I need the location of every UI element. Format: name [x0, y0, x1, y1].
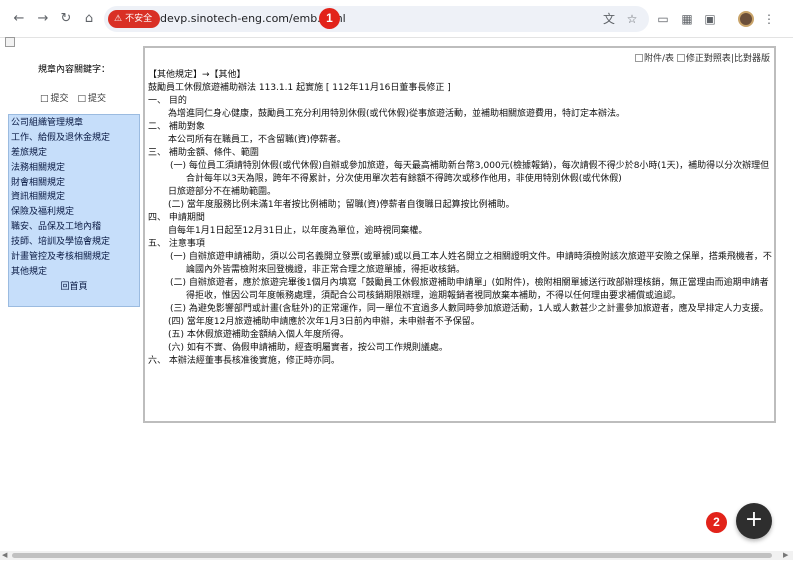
menu-item[interactable]: 保險及福利規定 [11, 205, 137, 220]
paragraph: 自每年1月1日起至12月31日止，以年度為單位，逾時視同棄權。 [168, 226, 428, 236]
document-title: 鼓勵員工休假旅遊補助辦法 113.1.1 起實施 [ 112年11月16日董事長… [148, 83, 451, 93]
menu-item[interactable]: 財會相關規定 [11, 176, 137, 191]
section-heading: 一、 目的 [148, 96, 187, 106]
list-item: (二) 自辦旅遊者，應於旅遊完畢後1個月內填寫「鼓勵員工休假旅遊補助申請單」(如… [170, 278, 769, 301]
list-item: (一) 每位員工須請特別休假(或代休假)自辦或參加旅遊，每天最高補助新台幣3,0… [170, 161, 770, 184]
forward-icon[interactable]: → [34, 10, 52, 28]
scroll-right-icon[interactable]: ▶ [783, 551, 788, 560]
plus-icon: + [744, 507, 764, 532]
section-heading: 四、 申請期間 [148, 213, 205, 223]
menu-item[interactable]: 技師、培訓及學協會規定 [11, 235, 137, 250]
list-item: (三) 為避免影響部門或計畫(含駐外)的正常運作，同一單位不宜過多人數同時參加旅… [170, 304, 769, 314]
regulation-menu: 公司組織管理規章 工作、給假及退休金規定 差旅規定 法務相關規定 財會相關規定 … [8, 114, 140, 307]
paragraph: 本公司所有在職員工，不含留職(資)停薪者。 [168, 135, 347, 145]
revision-table-link[interactable]: 修正對照表 [686, 54, 731, 64]
extension-grid-icon[interactable]: ▦ [678, 10, 696, 28]
translate-icon[interactable]: 文 [600, 10, 618, 28]
home-icon[interactable]: ⌂ [80, 10, 98, 28]
list-item: (一) 自辦旅遊申請補助，須以公司名義開立發票(或單據)或以員工本人姓名開立之相… [170, 252, 772, 275]
back-icon[interactable]: ← [10, 10, 28, 28]
section-heading: 五、 注意事項 [148, 239, 205, 249]
list-item: (六) 如有不實、偽假申請補助，經查明屬實者，按公司工作規則議處。 [168, 343, 448, 353]
attachment-link[interactable]: 附件/表 [644, 54, 674, 64]
address-bar[interactable]: ⚠ 不安全 devp.sinotech-eng.com/emb.html [104, 6, 649, 32]
annotation-badge-1: 1 [319, 8, 340, 29]
menu-item[interactable]: 差旅規定 [11, 146, 137, 161]
menu-item[interactable]: 法務相關規定 [11, 161, 137, 176]
menu-item[interactable]: 職安、品保及工地內稽 [11, 220, 137, 235]
broken-image-icon [676, 54, 685, 62]
submit-row: □ 提交 □ 提交 [8, 91, 140, 104]
paragraph: 為增進同仁身心健康，鼓勵員工充分利用特別休假(或代休假)從事旅遊活動，並補助相關… [168, 109, 626, 119]
bookmark-star-icon[interactable]: ☆ [623, 10, 641, 28]
reload-icon[interactable]: ↻ [57, 10, 75, 28]
horizontal-scrollbar[interactable]: ◀ ▶ [0, 551, 793, 560]
annotation-badge-2: 2 [706, 512, 727, 533]
scrollbar-thumb[interactable] [12, 553, 772, 558]
breadcrumb: 【其他規定】→【其他】 [148, 70, 246, 80]
menu-item[interactable]: 資訊相關規定 [11, 190, 137, 205]
submit-button-2[interactable]: □ 提交 [77, 94, 108, 104]
compare-link[interactable]: 比對器版 [734, 54, 770, 64]
document-links: 附件/表 修正對照表|比對器版 [635, 51, 770, 64]
section-heading: 二、 補助對象 [148, 122, 205, 132]
list-item: (二) 當年度服務比例未滿1年者按比例補助；留職(資)停薪者自復職日起算按比例補… [168, 200, 515, 210]
menu-item[interactable]: 計畫管控及考核相關規定 [11, 250, 137, 265]
paragraph: 日旅遊部分不在補助範圍。 [168, 187, 277, 197]
security-chip[interactable]: ⚠ 不安全 [108, 10, 161, 28]
browser-toolbar: ← → ↻ ⌂ ⚠ 不安全 devp.sinotech-eng.com/emb.h… [0, 0, 793, 38]
puzzle-icon[interactable]: ▣ [701, 10, 719, 28]
home-link[interactable]: 回首頁 [11, 280, 137, 295]
warning-icon: ⚠ [114, 14, 123, 24]
menu-kebab-icon[interactable]: ⋮ [760, 10, 778, 28]
reading-list-icon[interactable]: ▭ [654, 10, 672, 28]
submit-button-1[interactable]: □ 提交 [40, 94, 71, 104]
sidebar: 規章內容關鍵字： □ 提交 □ 提交 [8, 44, 140, 104]
section-heading: 三、 補助金額、條件、範圍 [148, 148, 259, 158]
url-text[interactable]: devp.sinotech-eng.com/emb.html [160, 6, 346, 32]
menu-item[interactable]: 工作、給假及退休金規定 [11, 131, 137, 146]
menu-item[interactable]: 其他規定 [11, 265, 137, 280]
document-body: 【其他規定】→【其他】 鼓勵員工休假旅遊補助辦法 113.1.1 起實施 [ 1… [148, 69, 773, 368]
list-item: (四) 當年度12月旅遊補助申請應於次年1月3日前內申辦，未申辦者不予保留。 [168, 317, 480, 327]
regulation-content: 附件/表 修正對照表|比對器版 【其他規定】→【其他】 鼓勵員工休假旅遊補助辦法… [143, 46, 776, 423]
scroll-left-icon[interactable]: ◀ [2, 551, 7, 560]
profile-avatar[interactable] [738, 11, 754, 27]
menu-item[interactable]: 公司組織管理規章 [11, 116, 137, 131]
section-heading: 六、 本辦法經董事長核准後實施，修正時亦同。 [148, 356, 340, 366]
add-fab-button[interactable]: + [736, 503, 772, 539]
broken-image-icon [635, 54, 643, 62]
list-item: (五) 本休假旅遊補助金額納入個人年度所得。 [168, 330, 349, 340]
keyword-label: 規章內容關鍵字： [37, 65, 110, 75]
